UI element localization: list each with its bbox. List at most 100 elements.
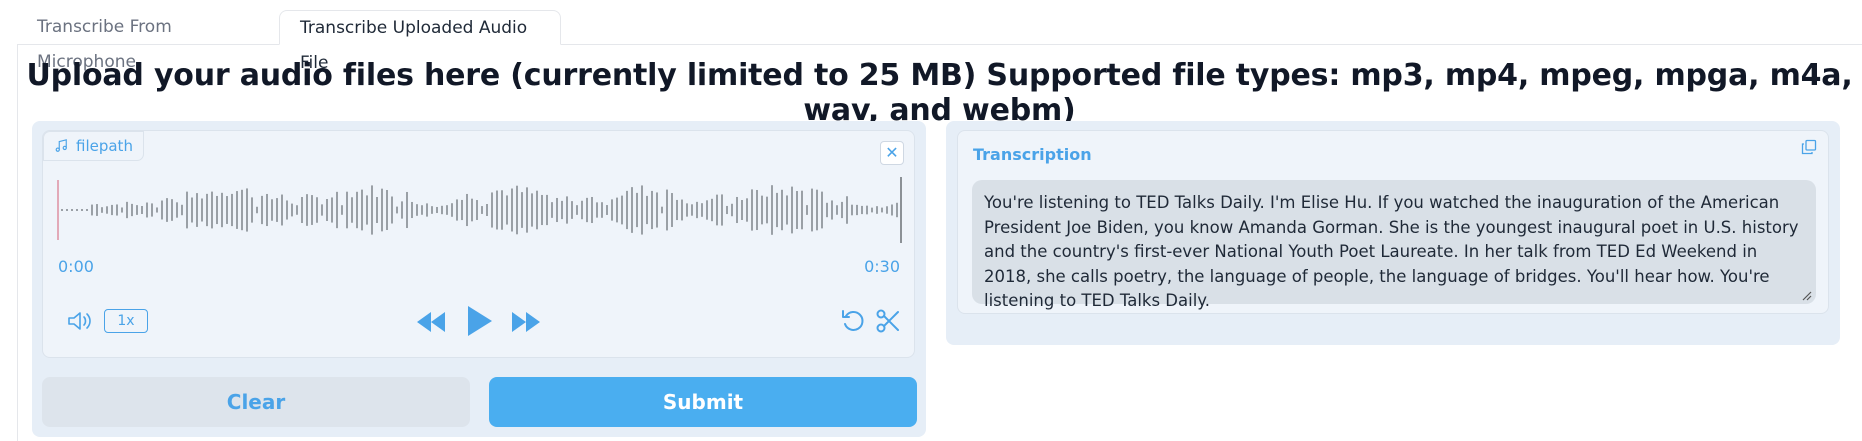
waveform-bar <box>126 201 128 219</box>
waveform-bar <box>636 192 638 228</box>
waveform-bar <box>341 205 343 215</box>
waveform-bar <box>386 189 388 231</box>
waveform-bar <box>741 200 743 220</box>
waveform-bar <box>76 209 78 211</box>
waveform-bar <box>756 189 758 231</box>
waveform-bar <box>86 209 88 211</box>
waveform-bar <box>91 204 93 216</box>
transcription-label: Transcription <box>973 145 1092 164</box>
waveform-bar <box>551 202 553 218</box>
playback-rate-button[interactable]: 1x <box>104 309 148 333</box>
waveform-bar <box>406 191 408 229</box>
waveform-bar <box>541 194 543 226</box>
waveform-bar <box>376 197 378 223</box>
copy-icon[interactable] <box>1801 139 1817 155</box>
waveform-bar <box>451 203 453 217</box>
transcription-text[interactable]: You're listening to TED Talks Daily. I'm… <box>972 180 1816 310</box>
waveform-bar <box>381 188 383 232</box>
waveform-bar <box>371 185 373 235</box>
trim-icon[interactable] <box>875 307 901 335</box>
waveform-bar <box>101 207 103 213</box>
output-panel: Transcription You're listening to TED Ta… <box>946 121 1840 345</box>
waveform-bar <box>206 193 208 227</box>
waveform-bar <box>771 185 773 235</box>
waveform-bar <box>516 185 518 235</box>
waveform-bar <box>751 189 753 231</box>
waveform-bar <box>116 204 118 216</box>
waveform-bar <box>191 197 193 223</box>
waveform-bar <box>361 189 363 231</box>
audio-player: filepath ✕ 0:00 0:30 1x <box>42 130 915 358</box>
waveform-bar <box>306 194 308 226</box>
waveform-bar <box>331 197 333 223</box>
page-title: Upload your audio files here (currently … <box>26 58 1853 128</box>
waveform-bar <box>766 196 768 224</box>
waveform-bar <box>146 202 148 218</box>
waveform-bar <box>281 194 283 226</box>
waveform-bar <box>526 187 528 233</box>
waveform-bar <box>686 203 688 217</box>
waveform-bar <box>716 194 718 226</box>
waveform-bar <box>181 204 183 216</box>
waveform-bar <box>836 205 838 215</box>
waveform-bar <box>806 205 808 215</box>
tab-microphone[interactable]: Transcribe From Microphone <box>17 10 279 72</box>
waveform-bar <box>831 200 833 220</box>
waveform-bar <box>296 205 298 215</box>
waveform-bar <box>316 197 318 223</box>
waveform-bar <box>216 195 218 225</box>
audio-label-text: filepath <box>76 137 133 155</box>
waveform-bar <box>796 191 798 229</box>
waveform-bar <box>546 194 548 226</box>
waveform-bar <box>466 193 468 227</box>
waveform-bar <box>651 190 653 230</box>
waveform-bar <box>801 190 803 230</box>
duration: 0:30 <box>864 257 900 276</box>
waveform-bar <box>721 194 723 226</box>
waveform-bar <box>416 204 418 216</box>
waveform-bar <box>356 191 358 229</box>
waveform-bar <box>856 204 858 216</box>
waveform-bar <box>811 188 813 232</box>
tab-upload[interactable]: Transcribe Uploaded Audio File <box>279 10 561 73</box>
waveform-bar <box>631 187 633 233</box>
waveform-bar <box>346 191 348 229</box>
fast-forward-icon[interactable] <box>510 309 542 335</box>
waveform-bar <box>776 192 778 228</box>
waveform-bar <box>226 196 228 224</box>
waveform-bar <box>881 207 883 213</box>
waveform-bar <box>271 199 273 221</box>
rewind-icon[interactable] <box>415 309 447 335</box>
waveform-bar <box>401 201 403 219</box>
waveform[interactable] <box>57 175 903 245</box>
waveform-bar <box>861 205 863 215</box>
waveform-bar <box>511 188 513 232</box>
waveform-bar <box>571 201 573 219</box>
waveform-bar <box>746 198 748 222</box>
waveform-bar <box>501 190 503 230</box>
play-icon[interactable] <box>463 303 495 339</box>
waveform-bar <box>136 205 138 215</box>
waveform-bar <box>891 204 893 216</box>
submit-button[interactable]: Submit <box>489 377 917 427</box>
close-icon[interactable]: ✕ <box>880 141 904 165</box>
volume-icon[interactable] <box>65 307 93 335</box>
waveform-bar <box>66 209 68 211</box>
waveform-bar <box>711 198 713 222</box>
resize-handle-icon[interactable] <box>1802 291 1812 301</box>
waveform-bar <box>871 207 873 213</box>
waveform-bar <box>496 190 498 230</box>
waveform-bar <box>846 196 848 224</box>
waveform-bar <box>586 197 588 223</box>
reset-icon[interactable] <box>840 307 866 335</box>
clear-button[interactable]: Clear <box>42 377 470 427</box>
waveform-bar <box>676 199 678 221</box>
waveform-bar <box>171 199 173 221</box>
waveform-bar <box>816 189 818 231</box>
waveform-bar <box>886 206 888 214</box>
waveform-bar <box>391 196 393 224</box>
waveform-bar <box>111 204 113 216</box>
waveform-bar <box>616 197 618 223</box>
waveform-bar <box>641 185 643 235</box>
waveform-bar <box>261 195 263 225</box>
